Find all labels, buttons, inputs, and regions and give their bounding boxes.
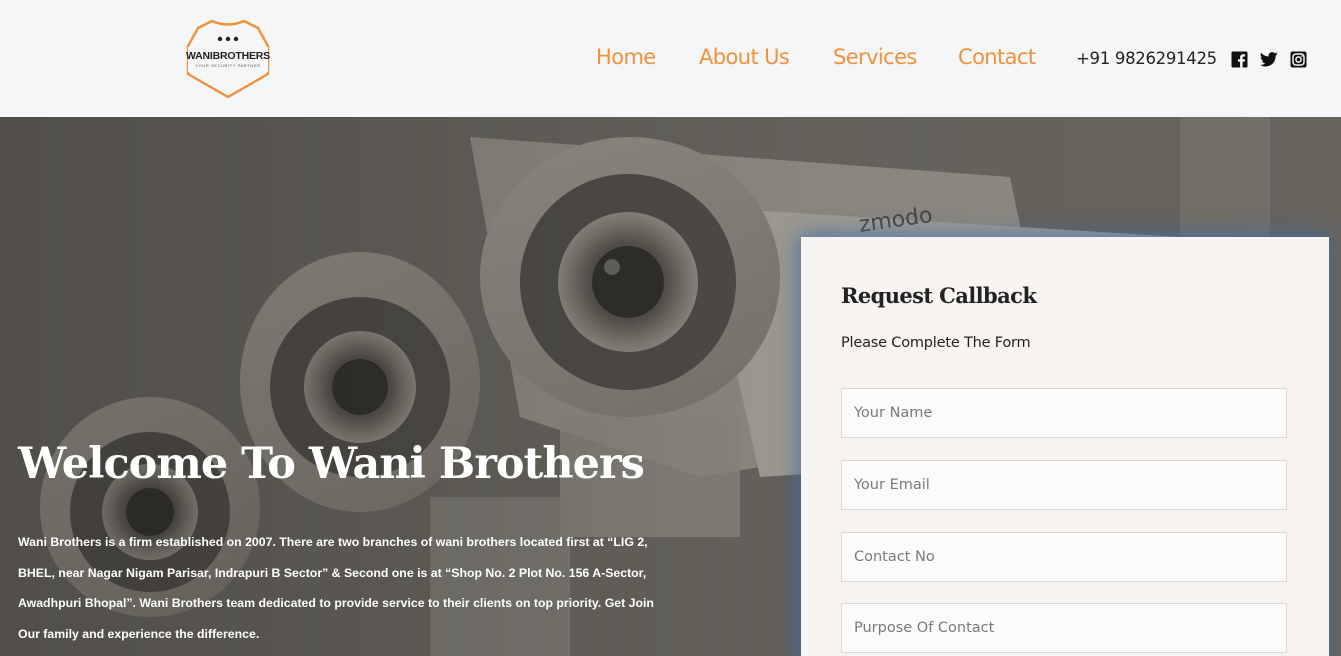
name-field[interactable] bbox=[841, 388, 1287, 438]
email-field[interactable] bbox=[841, 460, 1287, 510]
purpose-of-contact-field[interactable] bbox=[841, 603, 1287, 653]
facebook-icon[interactable] bbox=[1231, 51, 1248, 68]
instagram-icon[interactable] bbox=[1290, 51, 1307, 68]
contact-number-field[interactable] bbox=[841, 532, 1287, 582]
nav-services[interactable]: Services bbox=[833, 45, 917, 69]
request-callback-panel: Request Callback Please Complete The For… bbox=[801, 237, 1329, 656]
brand-name: WANIBROTHERS bbox=[186, 50, 270, 62]
phone-number[interactable]: +91 9826291425 bbox=[1076, 49, 1217, 68]
callback-subtitle: Please Complete The Form bbox=[841, 335, 1031, 351]
nav-home[interactable]: Home bbox=[596, 45, 656, 69]
nav-contact[interactable]: Contact bbox=[958, 45, 1036, 69]
callback-title: Request Callback bbox=[841, 283, 1037, 308]
hero-title: Welcome To Wani Brothers bbox=[18, 439, 645, 489]
brand-logo[interactable]: WANIBROTHERS YOUR SECURITY PARTNER bbox=[184, 18, 272, 100]
twitter-icon[interactable] bbox=[1259, 51, 1278, 68]
hero-section: zmodo Welcome To Wani Brothers Wani Brot… bbox=[0, 117, 1341, 656]
hero-description: Wani Brothers is a firm established on 2… bbox=[18, 535, 654, 642]
brand-tagline: YOUR SECURITY PARTNER bbox=[195, 63, 261, 68]
nav-about-us[interactable]: About Us bbox=[699, 45, 790, 69]
site-header: WANIBROTHERS YOUR SECURITY PARTNER Home … bbox=[0, 0, 1341, 117]
